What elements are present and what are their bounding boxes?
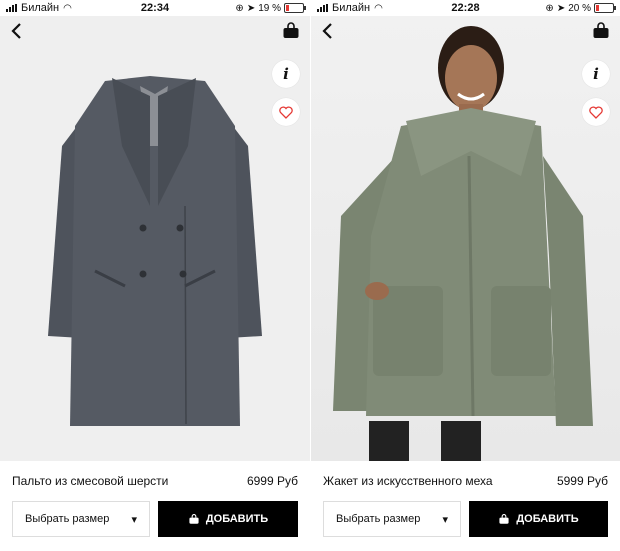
product-price: 5999 Руб — [556, 474, 608, 488]
product-screen-fur-jacket: Билайн ◠ 22:28 ⊕ ➤ 20 % i Жакет из искус… — [310, 0, 620, 551]
shopping-bag-icon[interactable] — [282, 22, 300, 40]
product-name: Жакет из искусственного меха — [323, 474, 493, 488]
battery-icon — [284, 3, 306, 13]
chevron-down-icon: ▾ — [131, 513, 137, 526]
location-icon: ➤ — [246, 2, 256, 14]
size-dropdown[interactable]: Выбрать размер ▾ — [12, 501, 150, 537]
size-dropdown[interactable]: Выбрать размер ▾ — [323, 501, 461, 537]
lock-rotation-icon: ⊕ — [545, 2, 554, 14]
product-info: Жакет из искусственного меха 5999 Руб — [311, 461, 620, 501]
wifi-icon: ◠ — [374, 2, 383, 14]
favorite-button[interactable] — [272, 98, 300, 126]
battery-percent: 20 % — [568, 2, 591, 14]
coat-image — [48, 76, 262, 426]
product-actions: Выбрать размер ▾ ДОБАВИТЬ — [311, 501, 620, 538]
status-time: 22:34 — [140, 2, 170, 14]
lock-rotation-icon: ⊕ — [235, 2, 244, 14]
shopping-bag-icon[interactable] — [592, 22, 610, 40]
shopping-bag-icon — [499, 513, 509, 524]
carrier-label: Билайн — [332, 2, 371, 14]
favorite-button[interactable] — [582, 98, 610, 126]
shopping-bag-icon — [189, 513, 199, 524]
carrier-label: Билайн — [21, 2, 60, 14]
wifi-icon: ◠ — [63, 2, 72, 14]
add-to-cart-button[interactable]: ДОБАВИТЬ — [158, 501, 298, 537]
product-info: Пальто из смесовой шерсти 6999 Руб — [0, 461, 310, 501]
product-actions: Выбрать размер ▾ ДОБАВИТЬ — [0, 501, 310, 538]
info-icon: i — [283, 65, 289, 83]
model-fur-jacket-image — [333, 26, 593, 461]
add-to-cart-button[interactable]: ДОБАВИТЬ — [469, 501, 608, 537]
size-dropdown-label: Выбрать размер — [336, 513, 421, 525]
product-name: Пальто из смесовой шерсти — [12, 474, 169, 488]
battery-icon — [594, 3, 616, 13]
back-icon[interactable] — [319, 22, 337, 40]
add-to-cart-label: ДОБАВИТЬ — [516, 513, 579, 525]
signal-icon — [6, 4, 17, 12]
info-button[interactable]: i — [582, 60, 610, 88]
location-icon: ➤ — [556, 2, 566, 14]
status-time: 22:28 — [451, 2, 480, 14]
heart-icon — [589, 105, 603, 119]
info-icon: i — [593, 65, 599, 83]
product-photo[interactable] — [311, 16, 620, 461]
chevron-down-icon: ▾ — [442, 513, 448, 526]
add-to-cart-label: ДОБАВИТЬ — [205, 513, 269, 525]
heart-icon — [279, 105, 293, 119]
product-screen-coat: Билайн ◠ 22:34 ⊕ ➤ 19 % i Пальто из смес… — [0, 0, 310, 551]
status-bar: Билайн ◠ 22:34 ⊕ ➤ 19 % — [0, 0, 310, 16]
info-button[interactable]: i — [272, 60, 300, 88]
signal-icon — [317, 4, 328, 12]
back-icon[interactable] — [8, 22, 26, 40]
size-dropdown-label: Выбрать размер — [25, 513, 110, 525]
product-price: 6999 Руб — [246, 474, 298, 488]
status-bar: Билайн ◠ 22:28 ⊕ ➤ 20 % — [311, 0, 620, 16]
product-photo[interactable] — [0, 16, 310, 461]
battery-percent: 19 % — [258, 2, 281, 14]
